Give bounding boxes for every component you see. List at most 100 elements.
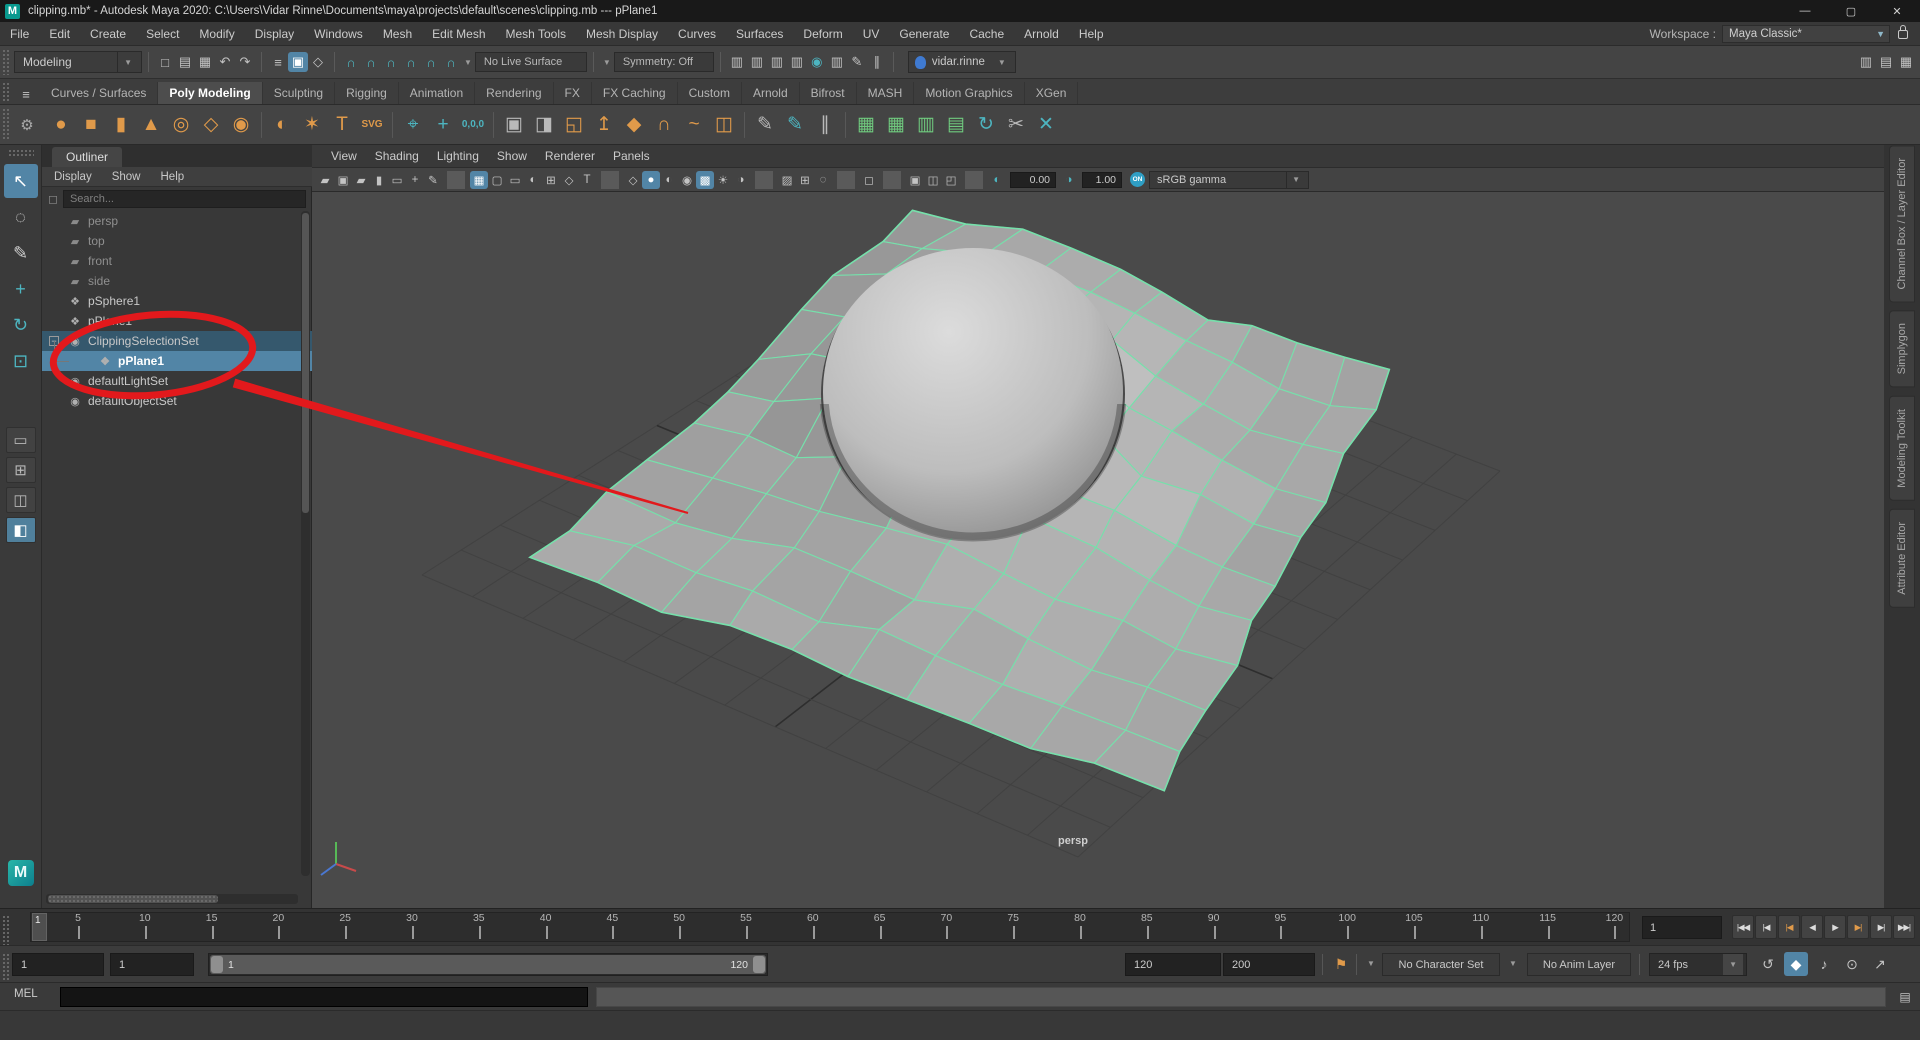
shelf-tab[interactable]: FX (554, 82, 592, 104)
shelf-tab[interactable]: Rendering (475, 82, 553, 104)
contrast-icon[interactable]: ◑ (1060, 171, 1078, 189)
mirror-icon[interactable]: ◫ (709, 110, 739, 140)
render-view-icon[interactable]: ◉ (807, 52, 827, 72)
outliner-menu-item[interactable]: Display (54, 171, 92, 183)
character-set-select[interactable]: No Character Set (1382, 953, 1500, 976)
insert-edge-loop-icon[interactable]: ∥ (810, 110, 840, 140)
connect-icon[interactable]: ✎ (780, 110, 810, 140)
color-management-toggle[interactable]: ON (1130, 172, 1145, 187)
single-pane-layout-button[interactable]: ▭ (6, 427, 36, 453)
menu-item[interactable]: UV (853, 22, 890, 46)
chevron-down-icon[interactable]: ▼ (1509, 959, 1517, 968)
boolean-icon[interactable]: ◱ (559, 110, 589, 140)
user-account-select[interactable]: vidar.rinne ▼ (908, 51, 1016, 73)
type-tool-icon[interactable]: T (327, 110, 357, 140)
play-forwards-button[interactable]: ▶ (1824, 915, 1846, 939)
live-surface-icon[interactable]: ⌖ (398, 110, 428, 140)
poly-cylinder-icon[interactable]: ▮ (106, 110, 136, 140)
snap-to-curves-icon[interactable]: ∩ (361, 52, 381, 72)
chevron-down-icon[interactable]: ▼ (464, 58, 472, 67)
menu-item[interactable]: Generate (889, 22, 959, 46)
shadows-icon[interactable]: ◑ (732, 171, 750, 189)
scale-tool[interactable]: ⊡ (4, 344, 38, 378)
smooth-icon[interactable]: ~ (679, 110, 709, 140)
poly-sphere-icon[interactable]: ● (46, 110, 76, 140)
outliner-tab[interactable]: Outliner (52, 147, 122, 167)
toolbar-grip[interactable] (2, 915, 10, 945)
perspective-viewport[interactable]: ViewShadingLightingShowRendererPanels ▰▣… (312, 145, 1884, 908)
outliner-menu-item[interactable]: Help (161, 171, 185, 183)
maximize-button[interactable]: ▢ (1828, 0, 1874, 22)
toolbar-grip[interactable] (8, 149, 34, 157)
exposure-icon[interactable]: ◐ (988, 171, 1006, 189)
camera-attributes-icon[interactable]: ▰ (352, 171, 370, 189)
animation-end-field[interactable]: 200 (1223, 953, 1315, 976)
animation-start-field[interactable]: 1 (12, 953, 104, 976)
textured-icon[interactable]: ◐ (660, 171, 678, 189)
step-back-frame-button[interactable]: |◀ (1755, 915, 1777, 939)
xray-joints-icon[interactable]: ◌ (814, 171, 832, 189)
layout-uv-icon[interactable]: ▤ (941, 110, 971, 140)
select-object-icon[interactable]: ▣ (288, 52, 308, 72)
current-frame-marker[interactable]: 1 (32, 913, 47, 941)
uv-editor-icon[interactable]: ▦ (881, 110, 911, 140)
select-camera-icon[interactable]: ▰ (316, 171, 334, 189)
field-chart-icon[interactable]: ⊞ (542, 171, 560, 189)
menu-item[interactable]: Help (1069, 22, 1114, 46)
menu-item[interactable]: File (0, 22, 39, 46)
menu-item[interactable]: Curves (668, 22, 726, 46)
launch-application-icon[interactable]: ✎ (847, 52, 867, 72)
outliner-item[interactable]: ❖ pPlane1 (42, 311, 312, 331)
rotate-tool[interactable]: ↻ (4, 308, 38, 342)
viewport-menu-item[interactable]: Shading (366, 149, 428, 163)
panel-tab[interactable]: Modeling Toolkit (1889, 396, 1915, 501)
viewport-menu-item[interactable]: Show (488, 149, 536, 163)
snap-to-view-planes-icon[interactable]: ∩ (421, 52, 441, 72)
two-pane-layout-button[interactable]: ◫ (6, 487, 36, 513)
panel-tab[interactable]: Attribute Editor (1889, 509, 1915, 608)
shelf-tab[interactable]: FX Caching (592, 82, 678, 104)
menu-item[interactable]: Surfaces (726, 22, 793, 46)
time-slider[interactable]: 5101520253035404550556065707580859095100… (0, 908, 1920, 945)
scrollbar-thumb[interactable] (48, 895, 218, 903)
separate-icon[interactable]: ◨ (529, 110, 559, 140)
save-scene-icon[interactable]: ▦ (195, 52, 215, 72)
gear-icon[interactable]: ⚙ (14, 112, 40, 138)
vertical-scrollbar[interactable] (301, 211, 310, 876)
wireframe-icon[interactable]: ◇ (624, 171, 642, 189)
menu-item[interactable]: Windows (304, 22, 373, 46)
live-surface-field[interactable]: No Live Surface (475, 52, 587, 72)
make-object-live-icon[interactable]: ∩ (441, 52, 461, 72)
redo-icon[interactable]: ↷ (235, 52, 255, 72)
scrollbar-thumb[interactable] (302, 213, 309, 513)
exposure-field[interactable]: 0.00 (1010, 172, 1056, 188)
sculpt-sphere-icon[interactable]: ◐ (267, 110, 297, 140)
outliner-item[interactable]: ❖ pPlane1 (42, 351, 312, 371)
workspace-select[interactable]: Maya Classic* ▼ (1722, 25, 1890, 43)
shelf-tab[interactable]: Motion Graphics (914, 82, 1024, 104)
search-input[interactable]: Search... (63, 190, 306, 208)
light-editor-icon[interactable]: ▥ (827, 52, 847, 72)
move-tool[interactable]: + (4, 272, 38, 306)
safe-action-icon[interactable]: ◇ (560, 171, 578, 189)
symmetry-field[interactable]: Symmetry: Off (614, 52, 714, 72)
wireframe-on-shaded-icon[interactable]: ▩ (696, 171, 714, 189)
range-end-handle[interactable] (753, 956, 765, 973)
depth-of-field-icon[interactable]: ◰ (942, 171, 960, 189)
shelf-menu-icon[interactable]: ≡ (16, 84, 36, 104)
mute-audio-icon[interactable]: ♪ (1812, 952, 1836, 976)
fps-select[interactable]: 24 fps ▼ (1649, 953, 1747, 976)
close-button[interactable]: ✕ (1874, 0, 1920, 22)
divider[interactable] (965, 171, 983, 189)
menu-item[interactable]: Display (245, 22, 304, 46)
anim-layer-select[interactable]: No Anim Layer (1527, 953, 1631, 976)
snap-align-icon[interactable]: + (428, 110, 458, 140)
menu-item[interactable]: Create (80, 22, 136, 46)
extrude-icon[interactable]: ↥ (589, 110, 619, 140)
render-settings-icon[interactable]: ▥ (787, 52, 807, 72)
bevel-icon[interactable]: ◆ (619, 110, 649, 140)
grease-pencil-icon[interactable]: ✎ (424, 171, 442, 189)
shelf-tab[interactable]: Animation (399, 82, 475, 104)
menu-item[interactable]: Cache (959, 22, 1014, 46)
menu-item[interactable]: Edit Mesh (422, 22, 495, 46)
